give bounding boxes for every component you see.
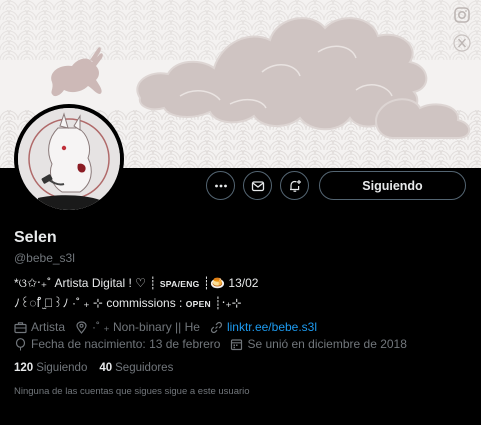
instagram-icon[interactable] — [453, 6, 473, 26]
avatar[interactable] — [14, 104, 124, 214]
joined-item: Se unió en diciembre de 2018 — [230, 337, 407, 351]
profile-meta-row-1: Artista ·˚ ₊ Non-binary || He linktr.ee/… — [14, 320, 327, 334]
envelope-icon — [251, 180, 264, 191]
bio-language-tag: SPA/ENG — [159, 279, 200, 289]
bio-line-1: *ଓ✩‧₊˚ Artista Digital ! ♡ ┊ SPA/ENG ┊🍮 … — [14, 276, 258, 291]
bio-line-2-suffix: ┊‧₊⊹ — [214, 296, 242, 310]
balloon-icon — [15, 337, 26, 350]
bio-line-2: ﾉ꒰ꯤ ̫ꯤ꒱ﾉ ·˚ ₊ ⊹ commissions : OPEN ┊‧₊⊹ — [14, 294, 242, 311]
following-button-label: Siguiendo — [362, 178, 423, 193]
followers-stat[interactable]: 40 Seguidores — [99, 362, 173, 374]
display-name: Selen — [14, 229, 57, 246]
following-label: Siguiendo — [36, 362, 88, 374]
profession-text: Artista — [31, 320, 66, 334]
location-pin-icon — [76, 320, 87, 334]
followers-you-know-note: Ninguna de las cuentas que sigues sigue … — [14, 386, 250, 397]
more-icon — [214, 184, 227, 187]
briefcase-icon — [14, 321, 27, 333]
following-stat[interactable]: 120 Siguiendo — [14, 362, 87, 374]
bio-commission-status: OPEN — [185, 299, 211, 309]
avatar-image — [18, 108, 120, 210]
profile-actions: Siguiendo — [206, 171, 466, 200]
x-icon[interactable] — [453, 34, 473, 54]
following-count: 120 — [14, 362, 34, 374]
notify-button[interactable] — [280, 171, 309, 200]
link-icon — [210, 321, 223, 333]
bio-line-2-prefix: ﾉ꒰ꯤ ̫ꯤ꒱ﾉ ·˚ ₊ ⊹ commissions : — [14, 296, 183, 310]
profession-item: Artista — [14, 320, 65, 334]
followers-count: 40 — [99, 362, 113, 374]
joined-text: Se unió en diciembre de 2018 — [247, 337, 407, 351]
message-button[interactable] — [243, 171, 272, 200]
location-item: ·˚ ₊ Non-binary || He — [75, 320, 200, 334]
follow-stats: 120 Siguiendo 40 Seguidores — [14, 362, 173, 374]
website-item: linktr.ee/bebe.s3l — [210, 320, 317, 334]
calendar-icon — [231, 338, 243, 350]
website-link[interactable]: linktr.ee/bebe.s3l — [227, 320, 317, 334]
bio-line-1-suffix: ┊🍮 13/02 — [202, 276, 259, 290]
location-text: ·˚ ₊ Non-binary || He — [92, 320, 200, 334]
bell-plus-icon — [289, 179, 301, 192]
birthday-text: Fecha de nacimiento: 13 de febrero — [31, 337, 221, 351]
more-button[interactable] — [206, 171, 235, 200]
birthday-item: Fecha de nacimiento: 13 de febrero — [14, 337, 220, 351]
user-handle: @bebe_s3l — [14, 251, 75, 265]
profile-meta-row-2: Fecha de nacimiento: 13 de febrero Se un… — [14, 337, 417, 351]
following-button[interactable]: Siguiendo — [319, 171, 466, 200]
bio-line-1-prefix: *ଓ✩‧₊˚ Artista Digital ! ♡ ┊ — [14, 276, 157, 290]
followers-label: Seguidores — [115, 362, 174, 374]
